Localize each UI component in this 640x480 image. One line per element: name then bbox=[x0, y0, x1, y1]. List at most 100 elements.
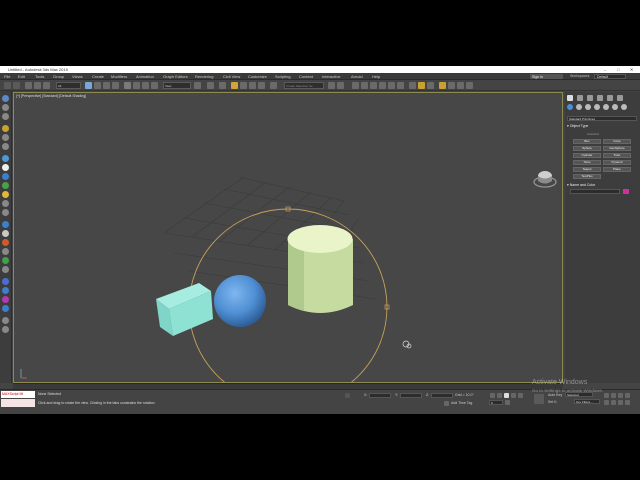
scene-explorer-icon[interactable] bbox=[2, 278, 9, 285]
current-frame-field[interactable]: 0 bbox=[489, 400, 503, 405]
helpers-icon[interactable] bbox=[2, 164, 9, 171]
add-time-tag-label[interactable]: Add Time Tag bbox=[451, 401, 472, 405]
create-shapes-icon[interactable] bbox=[2, 134, 9, 141]
shapes-category-icon[interactable] bbox=[576, 104, 582, 110]
tube-button[interactable]: Tube bbox=[603, 153, 631, 158]
systems-icon[interactable] bbox=[2, 182, 9, 189]
selection-filter-select[interactable]: All bbox=[56, 82, 81, 89]
select-tool-icon[interactable] bbox=[2, 95, 9, 102]
time-tag-icon[interactable] bbox=[444, 401, 449, 406]
render-production-icon[interactable] bbox=[427, 82, 434, 89]
cameras-category-icon[interactable] bbox=[594, 104, 600, 110]
workspace-select[interactable]: Default bbox=[594, 74, 626, 79]
ribbon-toggle-icon[interactable] bbox=[2, 266, 9, 273]
select-scale-icon[interactable] bbox=[142, 82, 149, 89]
menu-animation[interactable]: Animation bbox=[136, 74, 154, 79]
zoom-icon[interactable] bbox=[604, 393, 609, 398]
toggle-scene-explorer-icon[interactable] bbox=[352, 82, 359, 89]
menu-help[interactable]: Help bbox=[372, 74, 380, 79]
go-to-end-icon[interactable] bbox=[518, 393, 523, 398]
teapot-button[interactable]: Teapot bbox=[573, 167, 601, 172]
viewport-layout-icon[interactable] bbox=[2, 326, 9, 333]
select-object-icon[interactable] bbox=[85, 82, 92, 89]
isolate-toggle-icon[interactable] bbox=[345, 393, 350, 398]
torus-button[interactable]: Torus bbox=[573, 160, 601, 165]
particle-systems-icon[interactable] bbox=[2, 200, 9, 207]
schematic-view-icon[interactable] bbox=[388, 82, 395, 89]
box-object[interactable] bbox=[156, 283, 213, 336]
next-frame-icon[interactable] bbox=[511, 393, 516, 398]
primitive-category-select[interactable]: Standard Primitives bbox=[567, 116, 637, 121]
open-a360-gallery-icon[interactable] bbox=[448, 82, 455, 89]
field-of-view-icon[interactable] bbox=[604, 400, 609, 405]
mirror-icon[interactable] bbox=[328, 82, 335, 89]
layer-manager-icon[interactable] bbox=[2, 287, 9, 294]
rendered-frame-window-icon[interactable] bbox=[418, 82, 425, 89]
menu-graph-editors[interactable]: Graph Editors bbox=[163, 74, 188, 79]
paint-select-icon[interactable] bbox=[2, 113, 9, 120]
link-icon[interactable] bbox=[25, 82, 32, 89]
cylinder-button[interactable]: Cylinder bbox=[573, 153, 601, 158]
z-coordinate-field[interactable] bbox=[431, 393, 453, 398]
motion-panel-icon[interactable] bbox=[2, 239, 9, 246]
geometry-category-icon[interactable] bbox=[567, 104, 573, 110]
menu-tools[interactable]: Tools bbox=[35, 74, 44, 79]
sign-in-button[interactable]: Sign In bbox=[530, 74, 563, 79]
select-rotate-icon[interactable] bbox=[133, 82, 140, 89]
lights-icon[interactable] bbox=[2, 191, 9, 198]
menu-modifiers[interactable]: Modifiers bbox=[111, 74, 127, 79]
space-warps-category-icon[interactable] bbox=[612, 104, 618, 110]
modify-tab-icon[interactable] bbox=[577, 95, 583, 101]
x-coordinate-field[interactable] bbox=[369, 393, 391, 398]
select-place-icon[interactable] bbox=[151, 82, 158, 89]
isolate-selection-icon[interactable] bbox=[2, 317, 9, 324]
object-name-field[interactable] bbox=[570, 189, 620, 194]
create-lights-icon[interactable] bbox=[2, 143, 9, 150]
menu-customize[interactable]: Customize bbox=[248, 74, 267, 79]
motion-tab-icon[interactable] bbox=[597, 95, 603, 101]
material-browser-icon[interactable] bbox=[2, 296, 9, 303]
toggle-layer-explorer-icon[interactable] bbox=[361, 82, 368, 89]
maximize-icon[interactable]: □ bbox=[617, 67, 619, 72]
textplus-button[interactable]: TextPlus bbox=[573, 174, 601, 179]
autogrid-checkbox[interactable]: AutoGrid bbox=[587, 132, 599, 136]
arnold-render-icon[interactable] bbox=[466, 82, 473, 89]
toggle-ribbon-icon[interactable] bbox=[370, 82, 377, 89]
box-button[interactable]: Box bbox=[573, 139, 601, 144]
cone-button[interactable]: Cone bbox=[603, 139, 631, 144]
snaps-toggle-icon[interactable] bbox=[231, 82, 238, 89]
pyramid-button[interactable]: Pyramid bbox=[603, 160, 631, 165]
perspective-viewport[interactable]: [+] [Perspective] [Standard] [Default Sh… bbox=[13, 92, 563, 383]
align-icon[interactable] bbox=[337, 82, 344, 89]
select-by-name-icon[interactable] bbox=[94, 82, 101, 89]
maxscript-listener-field[interactable]: MAXScript Mi bbox=[1, 391, 35, 398]
zoom-extents-icon[interactable] bbox=[618, 393, 623, 398]
menu-edit[interactable]: Edit bbox=[18, 74, 25, 79]
window-crossing-icon[interactable] bbox=[112, 82, 119, 89]
render-in-cloud-icon[interactable] bbox=[439, 82, 446, 89]
rectangular-selection-icon[interactable] bbox=[103, 82, 110, 89]
modify-panel-icon[interactable] bbox=[2, 221, 9, 228]
create-geometry-icon[interactable] bbox=[2, 125, 9, 132]
go-to-start-icon[interactable] bbox=[490, 393, 495, 398]
space-warps-icon[interactable] bbox=[2, 173, 9, 180]
play-icon[interactable] bbox=[504, 393, 509, 398]
display-tab-icon[interactable] bbox=[607, 95, 613, 101]
region-select-icon[interactable] bbox=[2, 104, 9, 111]
cameras-icon[interactable] bbox=[2, 155, 9, 162]
name-color-rollout-header[interactable]: ▾ Name and Color bbox=[567, 183, 637, 187]
orbit-icon[interactable] bbox=[618, 400, 623, 405]
zoom-extents-all-icon[interactable] bbox=[625, 393, 630, 398]
named-selection-set-input[interactable]: Create Selection Se bbox=[284, 82, 324, 89]
sphere-object[interactable] bbox=[214, 275, 266, 327]
time-configuration-icon[interactable] bbox=[505, 400, 510, 405]
menu-civil-view[interactable]: Civil View bbox=[223, 74, 240, 79]
viewcube-icon[interactable] bbox=[533, 171, 557, 188]
spinner-snap-icon[interactable] bbox=[258, 82, 265, 89]
redo-icon[interactable] bbox=[13, 82, 20, 89]
render-setup-icon[interactable] bbox=[409, 82, 416, 89]
render-preset-icon[interactable] bbox=[457, 82, 464, 89]
set-key-icon[interactable] bbox=[534, 394, 544, 404]
set-key-button[interactable]: Set K. bbox=[548, 400, 558, 404]
menu-create[interactable]: Create bbox=[92, 74, 104, 79]
